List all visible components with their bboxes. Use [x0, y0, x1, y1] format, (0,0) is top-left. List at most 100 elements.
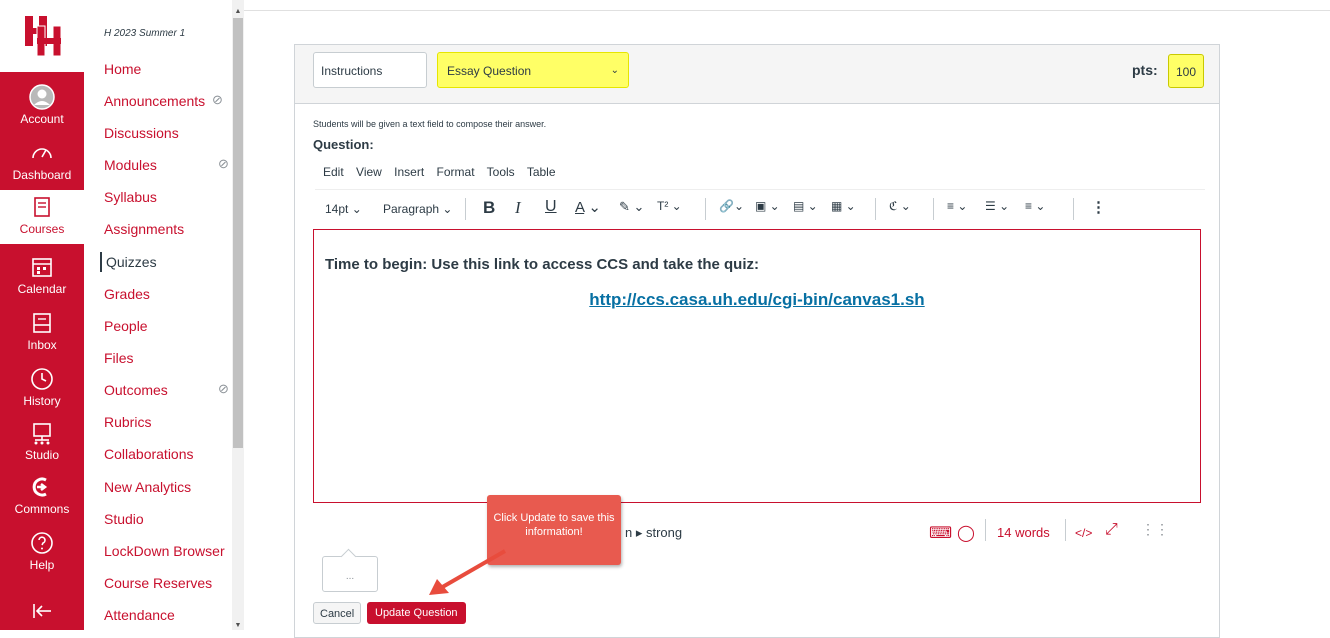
indent-icon[interactable]: ≡ ⌄	[1025, 199, 1045, 213]
scrollbar-thumb[interactable]	[233, 18, 243, 448]
scroll-up-icon[interactable]: ▲	[232, 8, 244, 15]
commons-icon	[32, 477, 48, 497]
bold-icon[interactable]: B	[483, 198, 495, 218]
underline-icon[interactable]: U	[545, 198, 557, 216]
toolbar-divider	[933, 198, 934, 220]
question-editor: Instructions Essay Question ⌄ pts: 100 S…	[294, 44, 1220, 638]
question-type-select[interactable]: Essay Question ⌄	[437, 52, 629, 88]
toolbar-divider	[1073, 198, 1074, 220]
document-icon[interactable]: ▤ ⌄	[793, 199, 818, 213]
course-nav-grades[interactable]: Grades	[104, 284, 150, 304]
link-icon[interactable]: 🔗⌄	[719, 199, 744, 213]
editor-body-text: Time to begin: Use this link to access C…	[325, 256, 759, 273]
nav-inbox[interactable]: Inbox	[0, 310, 84, 352]
cancel-button[interactable]: Cancel	[313, 602, 362, 624]
nav-studio[interactable]: Studio	[0, 420, 84, 462]
nav-dashboard-label: Dashboard	[12, 168, 72, 182]
course-nav-scrollbar[interactable]: ▲ ▼	[232, 0, 244, 630]
highlight-icon[interactable]: ✎ ⌄	[619, 199, 644, 215]
menu-format[interactable]: Format	[437, 165, 475, 179]
course-nav-syllabus[interactable]: Syllabus	[104, 187, 157, 207]
ccs-quiz-link[interactable]: http://ccs.casa.uh.edu/cgi-bin/canvas1.s…	[314, 290, 1200, 310]
essay-hint: Students will be given a text field to c…	[313, 119, 547, 129]
question-name-input[interactable]: Instructions	[313, 52, 427, 88]
menu-tools[interactable]: Tools	[487, 165, 515, 179]
clock-icon	[31, 368, 53, 390]
nav-courses[interactable]: Courses	[0, 190, 84, 244]
course-nav-modules[interactable]: Modules	[104, 155, 157, 175]
nav-inbox-label: Inbox	[27, 338, 57, 352]
course-nav-files[interactable]: Files	[104, 348, 134, 368]
update-question-button[interactable]: Update Question	[367, 602, 466, 624]
nav-calendar-label: Calendar	[17, 282, 67, 296]
image-icon[interactable]: ▣ ⌄	[755, 199, 780, 213]
toolbar-divider	[465, 198, 466, 220]
nav-calendar[interactable]: Calendar	[0, 254, 84, 296]
html-editor-toggle[interactable]: </>	[1075, 526, 1092, 540]
hidden-eye-icon: ⊘	[218, 156, 229, 171]
accessibility-icon[interactable]: ◯	[957, 523, 975, 543]
font-size-select[interactable]: 14pt ⌄	[325, 202, 362, 216]
calendar-icon	[32, 258, 52, 277]
apps-icon[interactable]: ▦ ⌄	[831, 199, 856, 213]
fullscreen-icon[interactable]: ⤢	[1105, 521, 1118, 539]
more-options-icon[interactable]: ⋮	[1091, 198, 1106, 216]
course-nav-new-analytics[interactable]: New Analytics	[104, 477, 191, 497]
menu-insert[interactable]: Insert	[394, 165, 424, 179]
question-label: Question:	[313, 137, 374, 152]
course-nav-course-reserves[interactable]: Course Reserves	[104, 573, 212, 593]
uh-logo-icon[interactable]	[24, 14, 62, 58]
points-label: pts:	[1132, 62, 1158, 78]
nav-help-label: Help	[29, 558, 55, 572]
nav-history-label: History	[23, 394, 61, 408]
course-nav-outcomes[interactable]: Outcomes	[104, 380, 168, 400]
comment-bubble[interactable]: ...	[322, 556, 378, 592]
course-nav-quizzes[interactable]: Quizzes	[100, 252, 157, 272]
nav-help[interactable]: Help	[0, 530, 84, 572]
course-nav-people[interactable]: People	[104, 316, 148, 336]
nav-commons-label: Commons	[14, 502, 70, 516]
text-color-icon[interactable]: A ⌄	[575, 198, 601, 216]
resize-handle-icon[interactable]: ⋮⋮	[1141, 521, 1169, 538]
list-icon[interactable]: ☰ ⌄	[985, 199, 1009, 213]
logo-area	[0, 0, 84, 72]
rich-text-editor[interactable]: Time to begin: Use this link to access C…	[313, 229, 1201, 503]
superscript-icon[interactable]: T² ⌄	[657, 199, 682, 213]
course-nav-studio[interactable]: Studio	[104, 509, 144, 529]
word-count[interactable]: 14 words	[997, 525, 1050, 540]
menu-edit[interactable]: Edit	[323, 165, 344, 179]
term-label: H 2023 Summer 1	[104, 28, 186, 39]
align-icon[interactable]: ≡ ⌄	[947, 199, 967, 213]
italic-icon[interactable]: I	[515, 198, 521, 218]
help-icon	[31, 532, 53, 554]
editor-menubar: Edit View Insert Format Tools Table	[323, 165, 565, 179]
nav-history[interactable]: History	[0, 366, 84, 408]
course-nav-attendance[interactable]: Attendance	[104, 605, 175, 625]
menu-view[interactable]: View	[356, 165, 382, 179]
clear-format-icon[interactable]: ℭ ⌄	[889, 199, 911, 213]
status-divider	[1065, 519, 1066, 541]
course-nav-rubrics[interactable]: Rubrics	[104, 412, 151, 432]
course-nav-announcements[interactable]: Announcements	[104, 91, 205, 111]
nav-commons[interactable]: Commons	[0, 474, 84, 516]
nav-account-label: Account	[20, 112, 64, 126]
nav-collapse-button[interactable]	[0, 598, 84, 626]
course-nav-lockdown-browser[interactable]: LockDown Browser	[104, 541, 225, 561]
scroll-down-icon[interactable]: ▼	[232, 622, 244, 629]
question-header: Instructions Essay Question ⌄ pts: 100	[295, 45, 1219, 104]
block-format-value: Paragraph	[383, 202, 440, 216]
course-nav-assignments[interactable]: Assignments	[104, 219, 184, 239]
dashboard-icon	[32, 148, 52, 159]
menu-table[interactable]: Table	[527, 165, 556, 179]
nav-dashboard[interactable]: Dashboard	[0, 140, 84, 182]
nav-courses-label: Courses	[19, 222, 65, 236]
keyboard-shortcuts-icon[interactable]: ⌨	[929, 523, 952, 543]
course-nav-collaborations[interactable]: Collaborations	[104, 444, 194, 464]
nav-account[interactable]: Account	[0, 84, 84, 126]
block-format-select[interactable]: Paragraph ⌄	[383, 202, 452, 216]
studio-icon	[33, 423, 51, 445]
points-input[interactable]: 100	[1168, 54, 1204, 88]
course-nav-home[interactable]: Home	[104, 59, 141, 79]
book-icon	[34, 197, 50, 217]
course-nav-discussions[interactable]: Discussions	[104, 123, 179, 143]
